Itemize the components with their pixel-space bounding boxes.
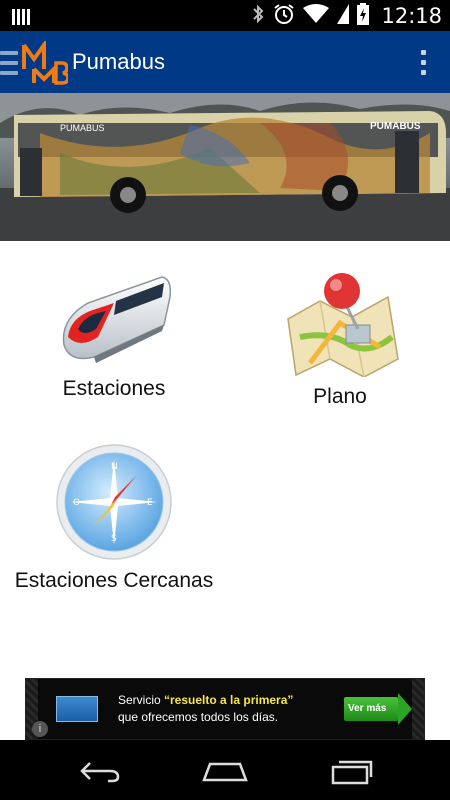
bus-rear-text: PUMABUS <box>370 121 421 132</box>
bluetooth-icon <box>251 3 265 30</box>
tile-plano[interactable]: Plano <box>270 267 410 409</box>
tile-label-plano: Plano <box>313 385 367 408</box>
info-icon[interactable]: i <box>32 721 48 737</box>
status-time: 12:18 <box>381 4 442 28</box>
amex-card-icon <box>56 696 98 722</box>
status-bar: 12:18 <box>0 0 450 31</box>
banner-image: PUMABUS PUMABUS <box>0 93 450 241</box>
main-content: Estaciones Plano N E S O Estaciones Cerc… <box>0 241 450 740</box>
ad-banner[interactable]: i Servicio “resuelto a la primera” que o… <box>25 678 425 740</box>
signal-bars-icon <box>12 7 30 30</box>
metrobus-logo[interactable] <box>22 38 70 85</box>
navigation-bar <box>0 740 450 800</box>
map-pin-icon <box>287 273 399 377</box>
bus-front-text: PUMABUS <box>60 123 105 133</box>
svg-text:O: O <box>73 498 80 508</box>
ad-text-prefix: Servicio <box>118 693 165 707</box>
overflow-menu-icon[interactable] <box>418 49 428 77</box>
tile-estaciones[interactable]: Estaciones <box>44 267 184 401</box>
home-icon[interactable] <box>195 754 255 788</box>
svg-text:E: E <box>147 498 153 508</box>
tile-estaciones-cercanas[interactable]: N E S O Estaciones Cercanas <box>0 443 228 593</box>
ad-text-line2: que ofrecemos todos los días. <box>118 710 279 724</box>
wifi-icon <box>303 3 330 29</box>
hamburger-icon[interactable] <box>0 49 18 77</box>
ad-text-highlight: “resuelto a la primera” <box>164 693 294 707</box>
battery-icon <box>357 2 370 30</box>
ad-text-line1: Servicio “resuelto a la primera” <box>118 693 293 707</box>
alarm-icon <box>273 3 295 30</box>
tile-label-estaciones: Estaciones <box>62 377 166 400</box>
recent-apps-icon[interactable] <box>322 754 382 788</box>
ad-border-right <box>412 679 424 739</box>
tile-label-estaciones-cercanas: Estaciones Cercanas <box>14 569 214 592</box>
signal-strength-icon <box>337 3 350 29</box>
arrow-right-icon <box>398 693 412 725</box>
train-icon <box>62 276 172 363</box>
ad-cta-button[interactable]: Ver más <box>344 697 398 721</box>
svg-text:N: N <box>111 462 118 472</box>
app-title: Pumabus <box>72 49 165 74</box>
action-bar: Pumabus <box>0 31 450 93</box>
back-icon[interactable] <box>70 754 130 788</box>
compass-icon: N E S O <box>56 444 172 560</box>
svg-text:S: S <box>111 534 117 544</box>
